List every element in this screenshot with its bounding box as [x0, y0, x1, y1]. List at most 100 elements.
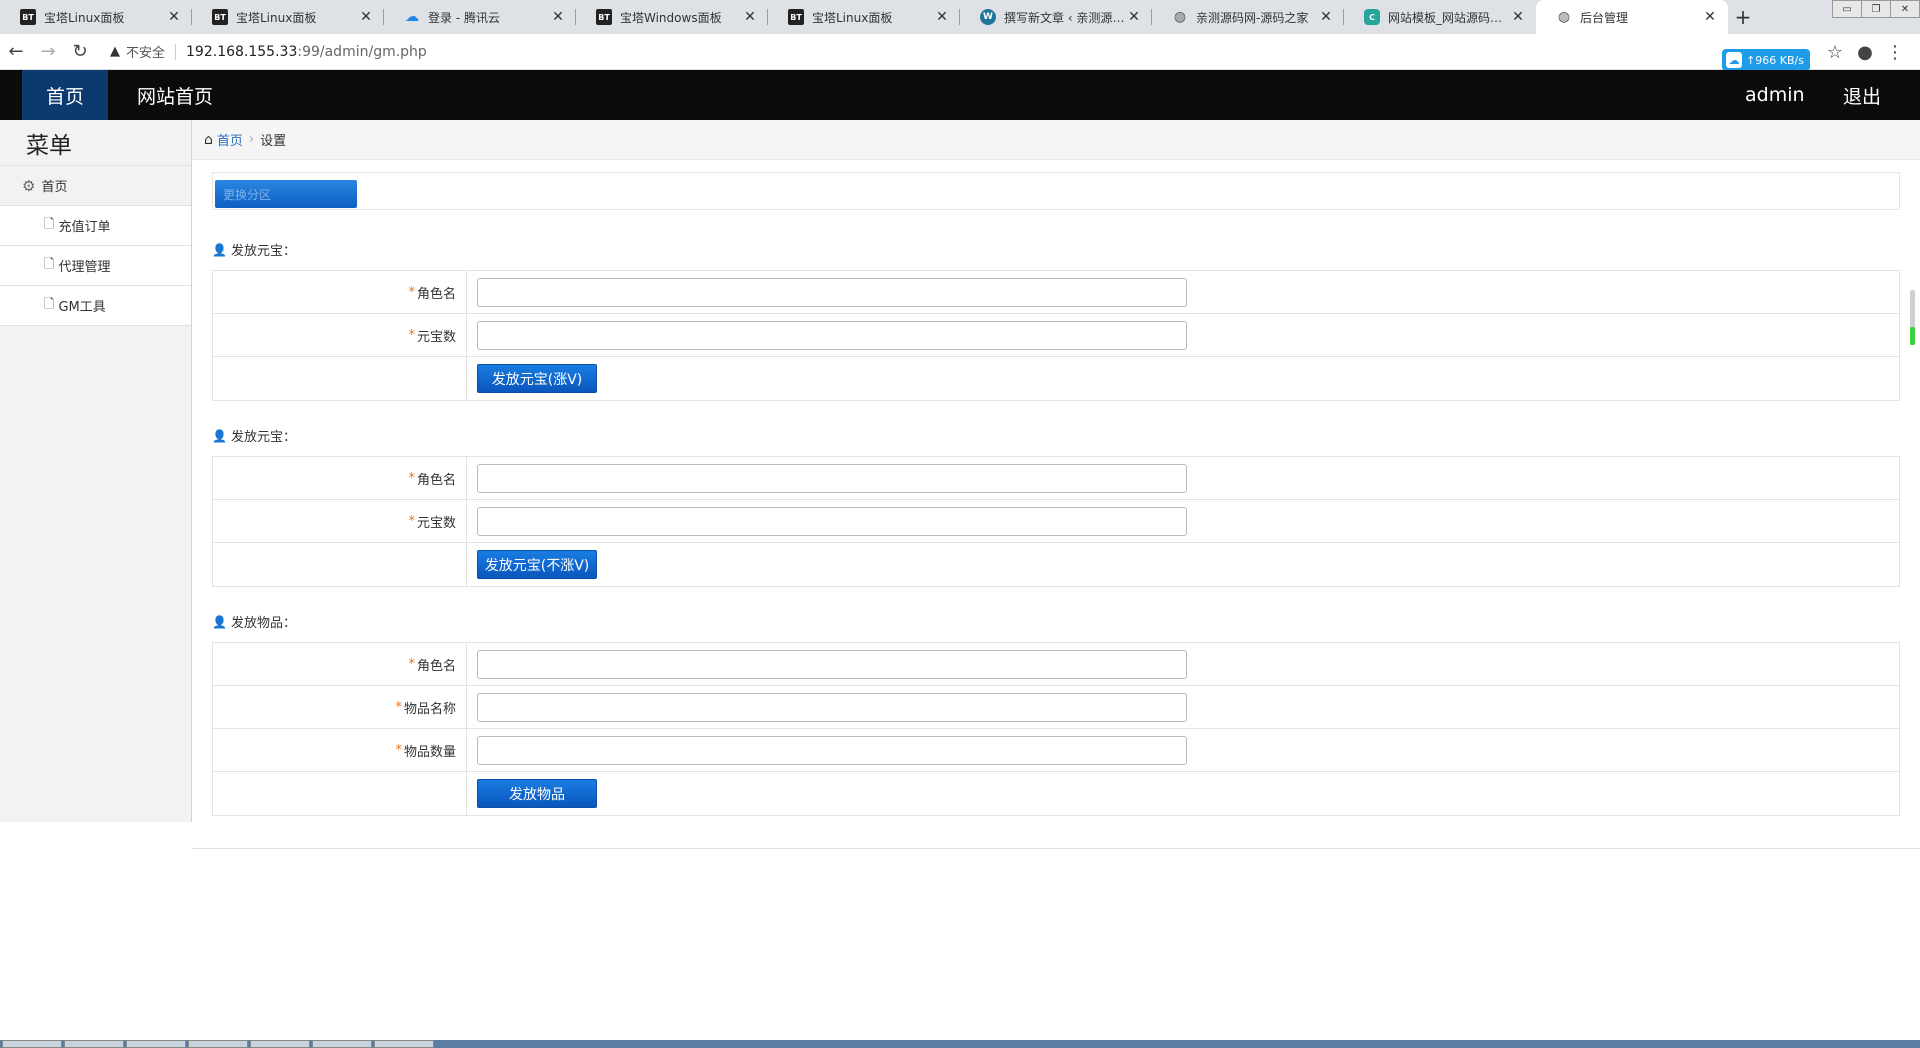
item-quantity-input[interactable]: [477, 735, 1187, 765]
address-bar: ← → ↻ ▲ 不安全 192.168.155.33:99/admin/gm.p…: [0, 34, 1920, 70]
url-field[interactable]: ▲ 不安全 192.168.155.33:99/admin/gm.php: [96, 38, 1920, 66]
browser-tab[interactable]: BT 宝塔Windows面板 ✕: [576, 0, 768, 34]
role-name-input[interactable]: [477, 463, 1187, 493]
field-label: * 角色名: [213, 643, 467, 685]
form-row: * 元宝数: [213, 500, 1899, 543]
tab-title: 登录 - 腾讯云: [428, 10, 500, 25]
taskbar-item[interactable]: [2, 1040, 62, 1048]
section-title-text: 发放元宝：: [230, 244, 296, 259]
role-name-input[interactable]: [477, 277, 1187, 307]
logout-link[interactable]: 退出: [1843, 70, 1881, 120]
taskbar-item[interactable]: [188, 1040, 248, 1048]
required-marker: *: [408, 656, 415, 672]
sidebar: 菜单 ⚙ 首页 🗋 充值订单 🗋 代理管理 🗋 GM工具: [0, 120, 192, 822]
tab-title: 后台管理: [1580, 10, 1629, 25]
form-row: * 物品数量: [213, 729, 1899, 772]
nav-home-link[interactable]: 首页: [22, 70, 108, 120]
sidebar-item-label: 代理管理: [58, 260, 111, 275]
close-tab-icon[interactable]: ✕: [550, 9, 566, 25]
home-icon: ⌂: [204, 131, 213, 148]
close-tab-icon[interactable]: ✕: [1126, 9, 1142, 25]
footer-divider: [192, 848, 1920, 849]
item-name-input[interactable]: [477, 692, 1187, 722]
close-tab-icon[interactable]: ✕: [1318, 9, 1334, 25]
restore-button[interactable]: ❐: [1861, 0, 1891, 18]
close-tab-icon[interactable]: ✕: [742, 9, 758, 25]
tab-title: 撰写新文章 ‹ 亲测源码网: [1004, 10, 1126, 25]
form-table: * 角色名 * 物品名称 * 物品数量 发放物品: [212, 642, 1900, 816]
bt-favicon-icon: BT: [788, 9, 804, 25]
grant-item-button[interactable]: 发放物品: [477, 779, 597, 808]
browser-tab-strip: BT 宝塔Linux面板 ✕ BT 宝塔Linux面板 ✕ ☁ 登录 - 腾讯云 ✕ BT 宝…: [0, 0, 1920, 34]
browser-tab[interactable]: BT 宝塔Linux面板 ✕: [768, 0, 960, 34]
required-marker: *: [408, 327, 415, 343]
sidebar-item-label: GM工具: [58, 300, 106, 315]
browser-tab[interactable]: BT 宝塔Linux面板 ✕: [0, 0, 192, 34]
browser-tab[interactable]: BT 宝塔Linux面板 ✕: [192, 0, 384, 34]
ingot-amount-input[interactable]: [477, 506, 1187, 536]
browser-tab[interactable]: C 网站模板_网站源码下载 ✕: [1344, 0, 1536, 34]
user-icon: 👤: [212, 242, 227, 257]
nav-username[interactable]: admin: [1745, 70, 1805, 120]
toolbar-icons: ☆ ● ⋮: [1820, 34, 1910, 70]
grant-ingot-no-vip-button[interactable]: 发放元宝(不涨V): [477, 550, 597, 579]
field-label-text: 元宝数: [416, 329, 456, 345]
gear-icon: ⚙: [22, 176, 36, 195]
close-window-button[interactable]: ✕: [1890, 0, 1920, 18]
required-marker: *: [395, 742, 402, 758]
section-title-text: 发放物品：: [230, 616, 296, 631]
field-label: * 元宝数: [213, 314, 467, 356]
form-row: 发放物品: [213, 772, 1899, 815]
nav-site-home-link[interactable]: 网站首页: [137, 70, 213, 120]
close-tab-icon[interactable]: ✕: [934, 9, 950, 25]
browser-tab[interactable]: W 撰写新文章 ‹ 亲测源码网 ✕: [960, 0, 1152, 34]
close-tab-icon[interactable]: ✕: [358, 9, 374, 25]
bt-favicon-icon: BT: [212, 9, 228, 25]
breadcrumb-home-link[interactable]: 首页: [217, 130, 243, 149]
close-tab-icon[interactable]: ✕: [1510, 9, 1526, 25]
browser-tab-active[interactable]: ◍ 后台管理 ✕: [1536, 0, 1728, 34]
menu-icon[interactable]: ⋮: [1880, 42, 1910, 63]
sidebar-item-gm-tools[interactable]: 🗋 GM工具: [0, 286, 191, 326]
sidebar-item-agent-management[interactable]: 🗋 代理管理: [0, 246, 191, 286]
ingot-amount-input[interactable]: [477, 320, 1187, 350]
browser-tab[interactable]: ☁ 登录 - 腾讯云 ✕: [384, 0, 576, 34]
breadcrumb: ⌂ 首页 › 设置: [192, 120, 1920, 160]
tab-title: 宝塔Linux面板: [812, 10, 893, 25]
top-navbar: 首页 网站首页 admin 退出: [0, 70, 1920, 120]
taskbar-item[interactable]: [312, 1040, 372, 1048]
tab-title: 网站模板_网站源码下载: [1388, 10, 1510, 25]
field-label-text: 角色名: [416, 658, 456, 674]
taskbar-item[interactable]: [250, 1040, 310, 1048]
sidebar-group-home[interactable]: ⚙ 首页: [0, 166, 191, 206]
back-button[interactable]: ←: [0, 36, 32, 68]
form-row: * 角色名: [213, 271, 1899, 314]
field-label-empty: [213, 543, 467, 586]
breadcrumb-current: 设置: [260, 134, 287, 149]
section-title: 👤 发放元宝：: [212, 426, 296, 446]
scroll-indicator[interactable]: [1910, 290, 1915, 345]
reload-button[interactable]: ↻: [64, 36, 96, 68]
close-tab-icon[interactable]: ✕: [166, 9, 182, 25]
network-speed-badge[interactable]: ☁ ↑ 966 KB/s: [1722, 49, 1810, 71]
role-name-input[interactable]: [477, 649, 1187, 679]
warning-icon: ▲: [110, 44, 120, 59]
zone-select[interactable]: 更换分区: [215, 180, 357, 208]
forward-button[interactable]: →: [32, 36, 64, 68]
profile-icon[interactable]: ●: [1850, 42, 1880, 63]
minimize-button[interactable]: ▭: [1832, 0, 1862, 18]
section-title: 👤 发放元宝：: [212, 240, 296, 260]
section-title-text: 发放元宝：: [230, 430, 296, 445]
taskbar-item[interactable]: [126, 1040, 186, 1048]
browser-tab[interactable]: ◍ 亲测源码网-源码之家 ✕: [1152, 0, 1344, 34]
new-tab-button[interactable]: +: [1728, 0, 1758, 34]
grant-ingot-vip-button[interactable]: 发放元宝(涨V): [477, 364, 597, 393]
sidebar-item-recharge-orders[interactable]: 🗋 充值订单: [0, 206, 191, 246]
tab-title: 宝塔Linux面板: [236, 10, 317, 25]
bookmark-star-icon[interactable]: ☆: [1820, 42, 1850, 63]
taskbar-item[interactable]: [64, 1040, 124, 1048]
close-tab-icon[interactable]: ✕: [1702, 9, 1718, 25]
field-label: * 角色名: [213, 457, 467, 499]
form-table: * 角色名 * 元宝数 发放元宝(涨V): [212, 270, 1900, 401]
taskbar-item[interactable]: [374, 1040, 434, 1048]
